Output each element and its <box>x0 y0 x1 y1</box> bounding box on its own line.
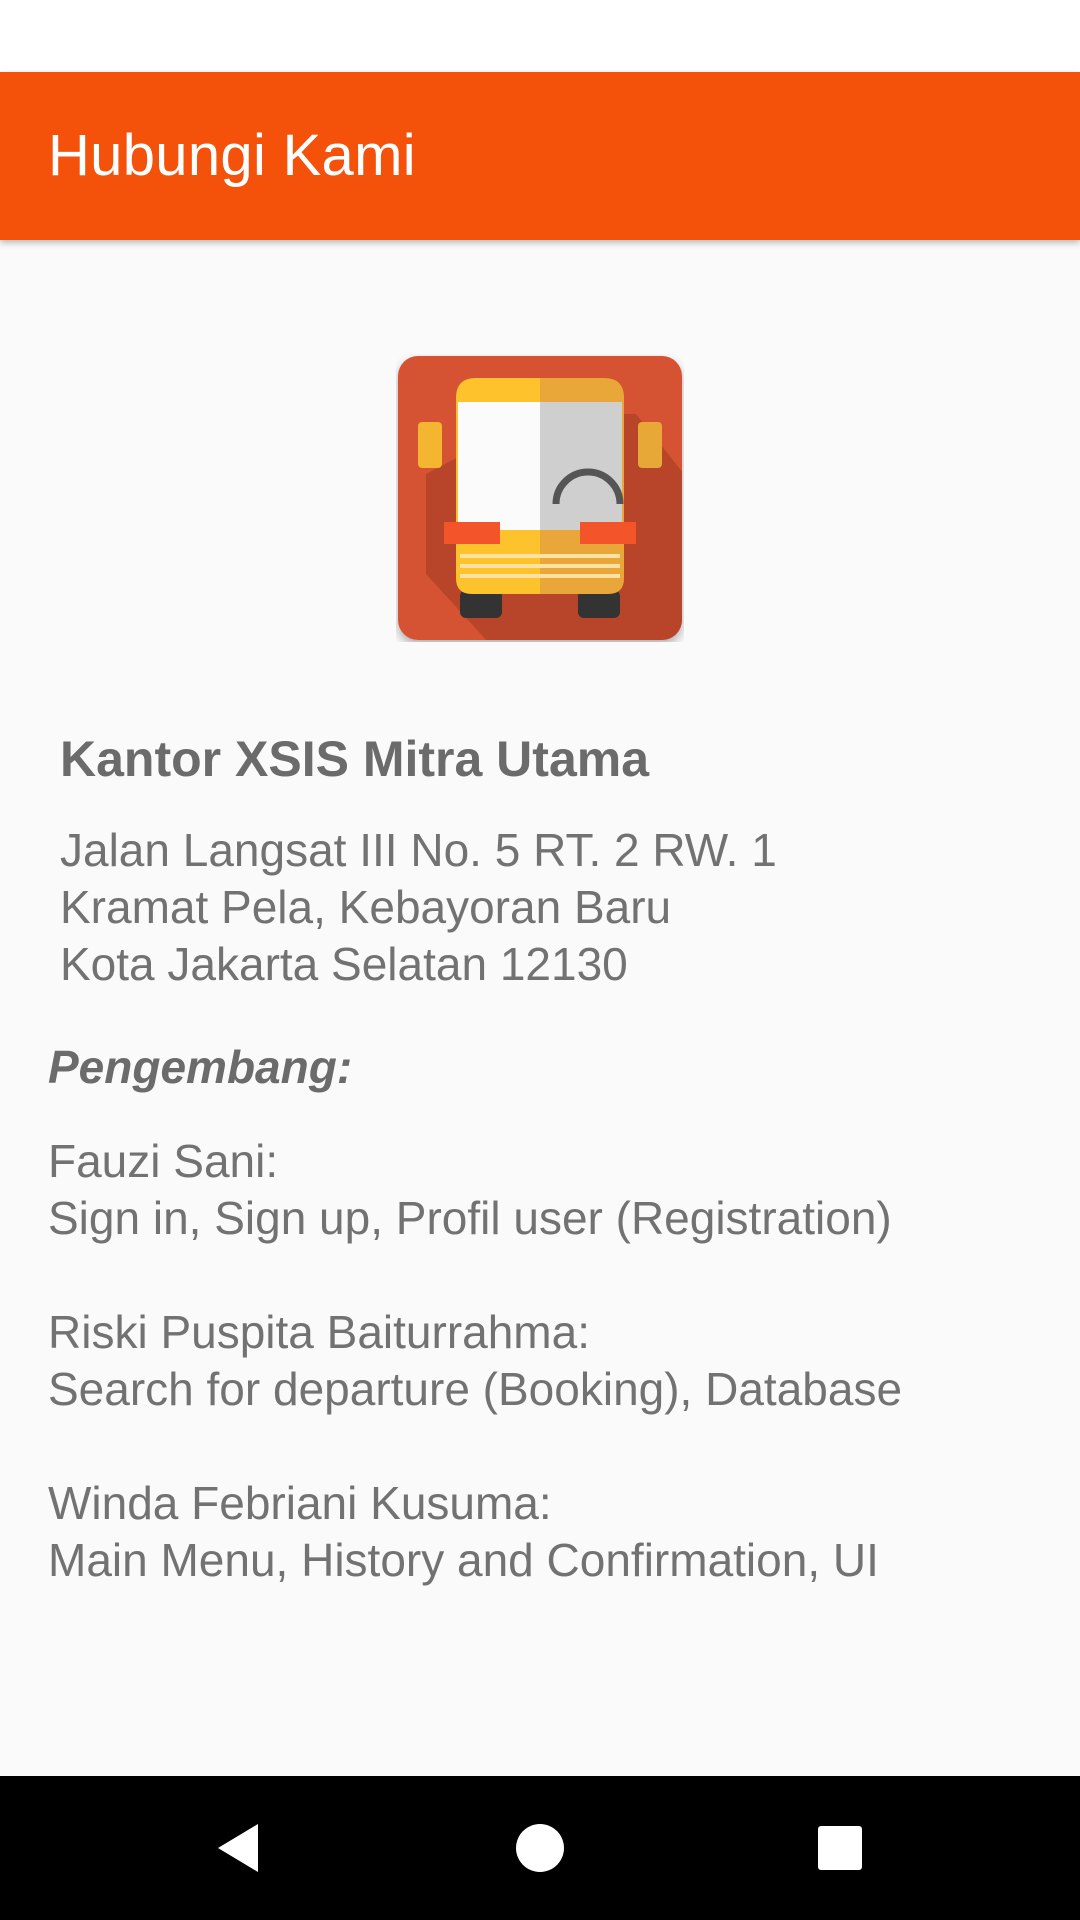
page-title: Hubungi Kami <box>48 123 416 188</box>
status-bar <box>0 0 1080 72</box>
developer-name: Winda Febriani Kusuma: <box>48 1477 552 1529</box>
recent-apps-icon <box>818 1826 862 1870</box>
developer-role: Sign in, Sign up, Profil user (Registrat… <box>48 1192 892 1244</box>
address-line: Jalan Langsat III No. 5 RT. 2 RW. 1 <box>60 824 777 876</box>
recent-apps-button[interactable] <box>768 1776 912 1920</box>
back-icon <box>218 1824 258 1872</box>
office-address: Jalan Langsat III No. 5 RT. 2 RW. 1 Kram… <box>60 822 777 993</box>
home-button[interactable] <box>468 1776 612 1920</box>
developer-entry: Winda Febriani Kusuma: Main Menu, Histor… <box>48 1475 902 1589</box>
address-line: Kramat Pela, Kebayoran Baru <box>60 881 672 933</box>
app-bar: Hubungi Kami <box>0 72 1080 240</box>
developer-entry: Fauzi Sani: Sign in, Sign up, Profil use… <box>48 1133 902 1247</box>
bus-icon <box>398 356 682 640</box>
developer-name: Fauzi Sani: <box>48 1135 279 1187</box>
developers-heading: Pengembang: <box>48 1041 353 1093</box>
developer-name: Riski Puspita Baiturrahma: <box>48 1306 590 1358</box>
contact-content: Kantor XSIS Mitra Utama Jalan Langsat II… <box>0 240 1080 1776</box>
office-name: Kantor XSIS Mitra Utama <box>60 731 650 787</box>
back-button[interactable] <box>168 1776 312 1920</box>
developer-entry: Riski Puspita Baiturrahma: Search for de… <box>48 1304 902 1418</box>
developers-list: Fauzi Sani: Sign in, Sign up, Profil use… <box>48 1133 902 1646</box>
address-line: Kota Jakarta Selatan 12130 <box>60 938 628 990</box>
system-nav-bar <box>0 1776 1080 1920</box>
developer-role: Main Menu, History and Confirmation, UI <box>48 1534 879 1586</box>
developer-role: Search for departure (Booking), Database <box>48 1363 903 1415</box>
home-icon <box>516 1824 564 1872</box>
